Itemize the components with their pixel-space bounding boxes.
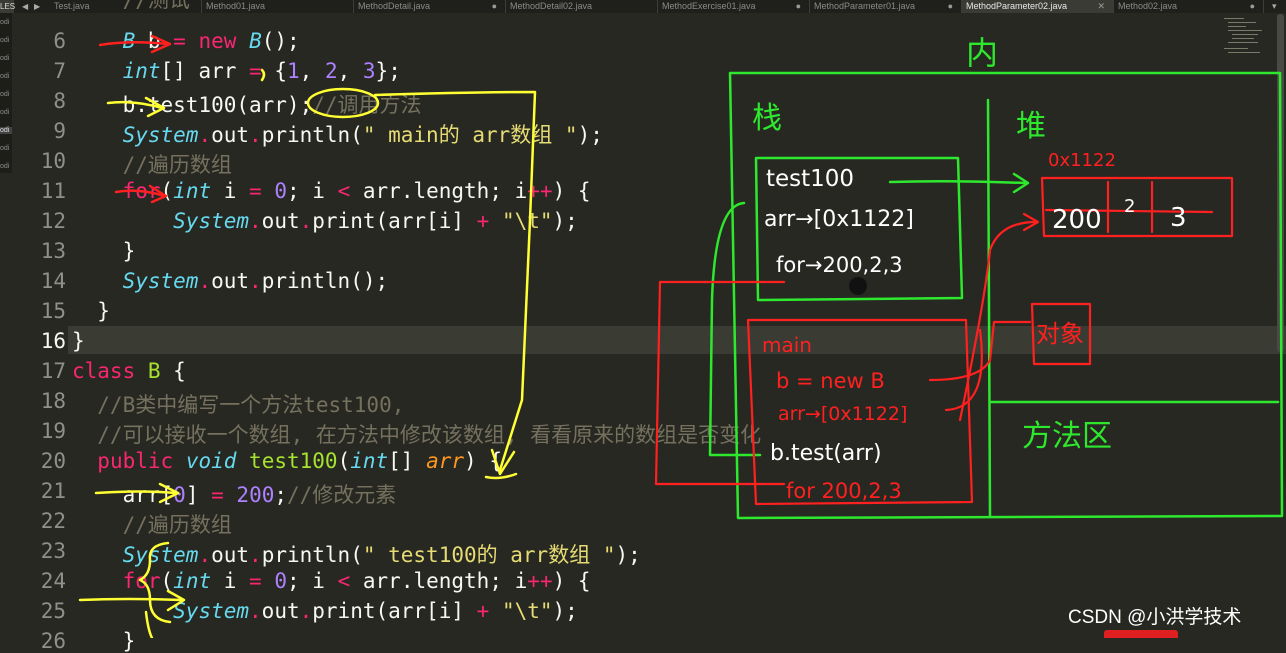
frame-test100-arr: arr→[0x1122]: [764, 207, 914, 232]
method-area-label: 方法区: [1022, 419, 1112, 454]
cursor-dot: [849, 277, 867, 295]
frame-main-for: for 200,2,3: [786, 479, 902, 503]
frame-test100-label: test100: [766, 166, 854, 192]
badge: [1104, 630, 1178, 638]
heap-array-cell: 2: [1124, 196, 1135, 217]
watermark: CSDN @小洪学技术: [1068, 607, 1242, 628]
annotation-overlay: 内 栈 堆 方法区 0x1122 200 2 3 对象 test100 arr→…: [78, 34, 1284, 638]
heap-label: 堆: [1016, 109, 1046, 144]
frame-test100-for: for→200,2,3: [776, 253, 903, 277]
object-label: 对象: [1036, 320, 1084, 348]
heap-array-cell: 3: [1170, 203, 1187, 233]
memory-label: 内: [966, 34, 998, 72]
yellow-arrow-icon: [78, 68, 537, 638]
heap-array-cell: 200: [1052, 205, 1102, 235]
frame-main-call: b.test(arr): [770, 441, 882, 466]
frame-main-arr: arr→[0x1122]: [778, 403, 907, 425]
red-arrow-icon: [98, 34, 172, 204]
frame-main-label: main: [762, 333, 812, 357]
frame-main-b: b = new B: [776, 369, 885, 393]
stack-label: 栈: [752, 101, 782, 136]
heap-address: 0x1122: [1048, 150, 1116, 171]
